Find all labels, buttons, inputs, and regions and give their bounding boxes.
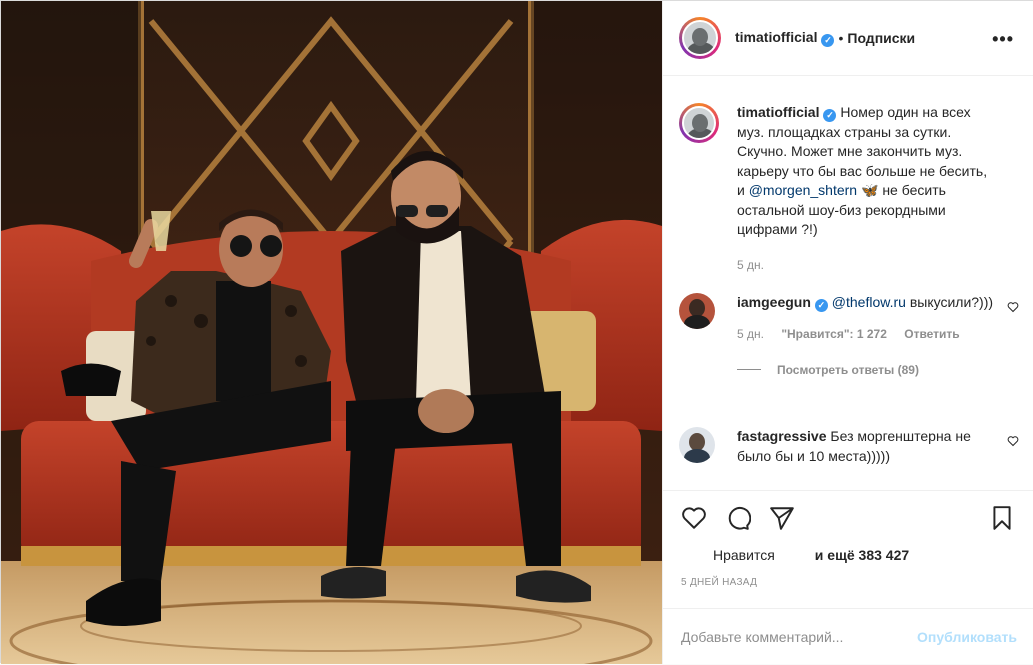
author-avatar[interactable] — [679, 17, 721, 59]
butterfly-emoji: 🦋 — [861, 182, 879, 198]
post-side-panel: timatiofficial ✓ • Подписки ••• timatioff… — [662, 1, 1033, 664]
verified-badge-icon: ✓ — [814, 299, 828, 312]
caption-text: timatiofficial ✓ Номер один на всех муз. … — [737, 103, 995, 240]
comment-likes-count[interactable]: "Нравится": 1 272 — [781, 327, 887, 341]
heart-icon[interactable] — [681, 505, 707, 531]
following-button[interactable]: Подписки — [847, 30, 915, 46]
likes-count[interactable]: и ещё 383 427 — [815, 547, 909, 563]
view-replies-button[interactable]: Посмотреть ответы (89) — [737, 363, 1019, 377]
liked-by-label: Нравится — [713, 547, 775, 563]
action-icons-row — [663, 491, 1033, 543]
caption-time[interactable]: 5 дн. — [737, 258, 764, 272]
post-photo[interactable] — [1, 1, 662, 664]
caption-avatar-image — [682, 106, 716, 140]
likes-summary[interactable]: Нравится и ещё 383 427 — [713, 547, 909, 563]
more-options-icon[interactable]: ••• — [992, 29, 1014, 50]
comment-time[interactable]: 5 дн. — [737, 327, 764, 341]
caption-mention-link[interactable]: @morgen_shtern — [749, 182, 857, 198]
caption-avatar[interactable] — [679, 103, 719, 143]
caption: timatiofficial ✓ Номер один на всех муз. … — [679, 103, 1019, 272]
add-comment-bar: Опубликовать — [663, 608, 1033, 665]
post-actions: Нравится и ещё 383 427 5 ДНЕЙ НАЗАД Опубл… — [663, 490, 1033, 664]
comment-like-heart-icon[interactable] — [1007, 435, 1019, 447]
comments-list[interactable]: timatiofficial ✓ Номер один на всех муз. … — [663, 77, 1033, 490]
publish-button[interactable]: Опубликовать — [917, 629, 1017, 645]
post-photo-illustration — [1, 1, 662, 664]
comment-like-heart-icon[interactable] — [1007, 301, 1019, 313]
comment-item: fastagressive Без моргенштерна не было б… — [679, 427, 1019, 466]
caption-username[interactable]: timatiofficial — [737, 104, 819, 120]
verified-badge-icon: ✓ — [823, 109, 837, 122]
separator-dot: • — [838, 30, 844, 46]
comment-body: выкусили?))) — [905, 294, 994, 310]
comment-mention-link[interactable]: @theflow.ru — [832, 294, 906, 310]
author-username[interactable]: timatiofficial ✓ — [735, 29, 835, 47]
comment-text: fastagressive Без моргенштерна не было б… — [737, 427, 995, 466]
verified-badge-icon: ✓ — [821, 34, 835, 47]
post-header: timatiofficial ✓ • Подписки ••• — [663, 1, 1033, 76]
replies-line — [737, 369, 761, 370]
comment-meta: 5 дн. "Нравится": 1 272 Ответить — [737, 327, 1019, 341]
instagram-post-window: timatiofficial ✓ • Подписки ••• timatioff… — [0, 0, 1033, 664]
comment-item: iamgeegun ✓ @theflow.ru выкусили?))) 5 дн… — [679, 293, 1019, 377]
comment-text: iamgeegun ✓ @theflow.ru выкусили?))) — [737, 293, 995, 313]
bookmark-icon[interactable] — [989, 505, 1015, 531]
reply-button[interactable]: Ответить — [904, 327, 959, 341]
author-avatar-image — [682, 20, 718, 56]
author-username-text[interactable]: timatiofficial — [735, 29, 817, 45]
view-replies-label[interactable]: Посмотреть ответы (89) — [777, 363, 919, 377]
post-date[interactable]: 5 ДНЕЙ НАЗАД — [681, 577, 757, 588]
comment-username[interactable]: fastagressive — [737, 428, 827, 444]
commenter-avatar[interactable] — [679, 293, 715, 329]
caption-meta: 5 дн. — [737, 258, 1019, 272]
add-comment-input[interactable] — [681, 629, 918, 645]
comment-username[interactable]: iamgeegun — [737, 294, 811, 310]
comment-icon[interactable] — [725, 505, 751, 531]
share-icon[interactable] — [769, 505, 795, 531]
commenter-avatar[interactable] — [679, 427, 715, 463]
